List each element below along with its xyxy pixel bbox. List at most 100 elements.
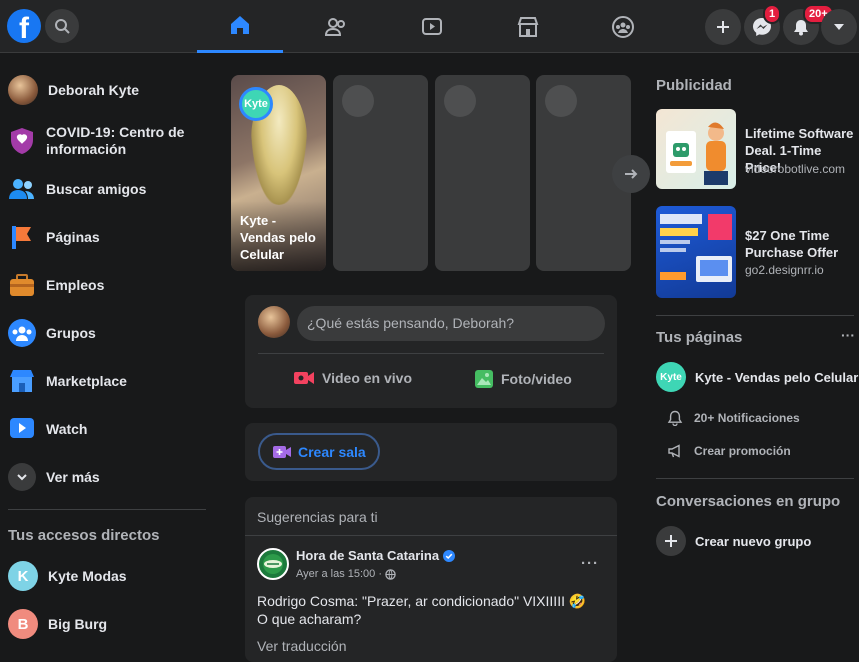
- tab-home[interactable]: [197, 0, 283, 53]
- create-group-button[interactable]: Crear nuevo grupo: [656, 526, 811, 556]
- user-name: Deborah Kyte: [48, 82, 140, 98]
- pages-options-button[interactable]: ···: [841, 327, 855, 343]
- shortcut-avatar: B: [8, 609, 38, 639]
- ad-domain: go2.designrr.io: [745, 263, 824, 277]
- post-options-button[interactable]: ···: [581, 555, 599, 572]
- room-card: Crear sala: [245, 423, 617, 481]
- story-avatar: Kyte: [239, 87, 273, 121]
- search-icon: [55, 19, 70, 34]
- divider: [258, 353, 604, 354]
- ad-image[interactable]: [656, 109, 736, 189]
- story-avatar-placeholder: [545, 85, 577, 117]
- promotion-label: Crear promoción: [694, 444, 791, 458]
- post-text: Rodrigo Cosma: "Prazer, ar condicionado"…: [257, 593, 587, 627]
- search-button[interactable]: [45, 9, 79, 43]
- sidebar-item-covid[interactable]: COVID-19: Centro de información: [8, 124, 198, 158]
- messenger-badge: 1: [763, 4, 782, 24]
- top-bar: f 1 20+: [0, 0, 859, 53]
- friends-icon: [8, 175, 36, 203]
- page-notifications-link[interactable]: 20+ Notificaciones: [667, 410, 800, 426]
- page-item[interactable]: Kyte Kyte - Vendas pelo Celular: [656, 362, 858, 392]
- tab-friends[interactable]: [293, 0, 379, 53]
- home-icon: [231, 16, 249, 34]
- globe-icon: [385, 568, 396, 580]
- friends-icon: [324, 17, 345, 36]
- shortcut-item[interactable]: K Kyte Modas: [8, 561, 127, 591]
- shortcuts-title: Tus accesos directos: [8, 527, 160, 544]
- live-video-icon: [294, 372, 314, 384]
- shortcut-item[interactable]: B Big Burg: [8, 609, 107, 639]
- messenger-button[interactable]: 1: [744, 4, 782, 45]
- notifications-label: 20+ Notificaciones: [694, 411, 800, 425]
- sidebar-item-label: Buscar amigos: [46, 181, 147, 197]
- create-group-label: Crear nuevo grupo: [695, 533, 812, 549]
- story-placeholder[interactable]: [435, 75, 530, 271]
- see-translation-link[interactable]: Ver traducción: [257, 638, 347, 654]
- create-room-label: Crear sala: [298, 443, 366, 460]
- story-avatar-placeholder: [342, 85, 374, 117]
- page-name-link[interactable]: Hora de Santa Catarina: [296, 548, 456, 563]
- ad-domain: videorobotlive.com: [745, 162, 846, 176]
- tab-watch[interactable]: [389, 0, 475, 53]
- video-plus-icon: [273, 445, 291, 458]
- page-name: Hora de Santa Catarina: [296, 548, 440, 563]
- post-meta: Ayer a las 15:00 ·: [296, 568, 396, 580]
- sidebar-item-groups[interactable]: Grupos: [8, 319, 96, 347]
- divider: [656, 315, 854, 316]
- photo-video-button[interactable]: Foto/video: [474, 369, 572, 389]
- suggestion-header: Sugerencias para ti: [257, 509, 378, 525]
- page-avatar[interactable]: [257, 548, 289, 580]
- composer-card: ¿Qué estás pensando, Deborah? Video en v…: [245, 295, 617, 408]
- sidebar-item-label: Empleos: [46, 277, 105, 293]
- story-placeholder[interactable]: [333, 75, 428, 271]
- ad-headline[interactable]: $27 One Time Purchase Offer: [745, 227, 855, 261]
- create-room-button[interactable]: Crear sala: [258, 433, 380, 470]
- shortcut-label: Kyte Modas: [48, 568, 127, 584]
- ads-title: Publicidad: [656, 77, 732, 94]
- sidebar-item-label: Páginas: [46, 229, 100, 245]
- briefcase-icon: [8, 271, 36, 299]
- video-icon: [8, 415, 36, 443]
- post-time[interactable]: Ayer a las 15:00 ·: [296, 568, 382, 580]
- sidebar-item-profile[interactable]: Deborah Kyte: [8, 75, 139, 105]
- ad-robot-illustration: [666, 122, 728, 185]
- sidebar-item-marketplace[interactable]: Marketplace: [8, 367, 127, 395]
- divider: [8, 509, 206, 510]
- plus-icon: [717, 21, 729, 33]
- divider: [656, 478, 854, 479]
- story-caption: Kyte - Vendas pelo Celular: [240, 213, 316, 262]
- create-button[interactable]: [705, 9, 741, 45]
- sidebar-item-find-friends[interactable]: Buscar amigos: [8, 175, 146, 203]
- notifications-button[interactable]: 20+: [783, 4, 834, 45]
- sidebar-item-watch[interactable]: Watch: [8, 415, 87, 443]
- avatar: [8, 75, 38, 105]
- sidebar-item-jobs[interactable]: Empleos: [8, 271, 104, 299]
- tab-groups[interactable]: [580, 0, 666, 53]
- pages-title: Tus páginas: [656, 329, 743, 346]
- caret-down-icon: [834, 24, 844, 30]
- tab-marketplace[interactable]: [485, 0, 571, 53]
- sidebar-item-label: Ver más: [46, 469, 100, 485]
- live-video-button[interactable]: Video en vivo: [293, 369, 412, 387]
- story-card[interactable]: Kyte Kyte - Vendas pelo Celular: [231, 75, 326, 271]
- ad-ebook-illustration: [660, 214, 732, 282]
- suggestion-card: Sugerencias para ti Hora de Santa Catari…: [245, 497, 617, 662]
- sidebar-item-label: Marketplace: [46, 373, 127, 389]
- live-video-label: Video en vivo: [322, 370, 412, 386]
- sidebar-item-pages[interactable]: Páginas: [8, 223, 100, 251]
- stories-next-button[interactable]: [612, 155, 650, 193]
- sidebar-item-see-more[interactable]: Ver más: [8, 463, 100, 491]
- shortcut-label: Big Burg: [48, 616, 108, 632]
- facebook-logo[interactable]: f: [7, 9, 41, 43]
- avatar: [258, 306, 290, 338]
- account-menu-button[interactable]: [821, 9, 857, 45]
- verified-icon: [443, 549, 456, 562]
- groups-title: Conversaciones en grupo: [656, 493, 841, 510]
- shield-icon: [8, 127, 36, 155]
- megaphone-icon: [668, 444, 680, 458]
- page-name: Kyte - Vendas pelo Celular: [695, 369, 859, 385]
- composer-input[interactable]: ¿Qué estás pensando, Deborah?: [297, 306, 605, 341]
- bell-icon: [667, 410, 683, 426]
- ad-image[interactable]: [656, 206, 736, 298]
- create-promotion-link[interactable]: Crear promoción: [667, 443, 791, 459]
